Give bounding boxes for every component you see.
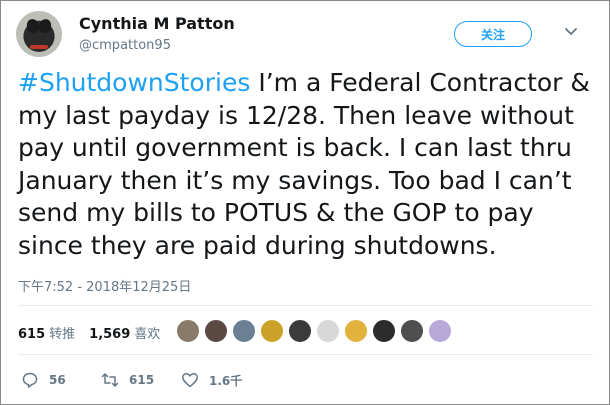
retweet-button[interactable]: 615	[101, 371, 181, 389]
chevron-down-icon[interactable]	[564, 25, 578, 39]
liker-avatar[interactable]	[316, 319, 340, 343]
liker-avatars	[176, 319, 452, 343]
tweet-card: Cynthia M Patton @cmpatton95 关注 #Shutdow…	[0, 0, 610, 405]
author-name[interactable]: Cynthia M Patton	[79, 14, 235, 33]
reply-icon	[22, 372, 38, 388]
like-button[interactable]: 1.6千	[181, 371, 261, 389]
retweet-stat-label: 转推	[49, 327, 76, 342]
like-stat-count: 1,569	[89, 327, 131, 342]
avatar-collar	[30, 45, 48, 49]
divider	[18, 354, 593, 355]
tweet-timestamp[interactable]: 下午7:52 - 2018年12月25日	[18, 276, 191, 295]
divider	[18, 305, 593, 306]
avatar-ear-right	[36, 17, 54, 35]
reply-button[interactable]: 56	[21, 371, 101, 389]
avatar[interactable]	[16, 11, 62, 57]
tweet-stats: 615 转推 1,569 喜欢	[18, 323, 160, 342]
retweet-stat[interactable]: 615 转推	[18, 323, 75, 342]
liker-avatar[interactable]	[260, 319, 284, 343]
heart-icon	[182, 373, 198, 388]
liker-avatar[interactable]	[204, 319, 228, 343]
liker-avatar[interactable]	[232, 319, 256, 343]
author-handle[interactable]: @cmpatton95	[79, 38, 171, 53]
reply-count: 56	[49, 373, 66, 387]
liker-avatar[interactable]	[400, 319, 424, 343]
hashtag-link[interactable]: #ShutdownStories	[18, 68, 250, 97]
liker-avatar[interactable]	[288, 319, 312, 343]
like-count: 1.6千	[209, 373, 243, 388]
tweet-text: #ShutdownStories I’m a Federal Contracto…	[18, 67, 593, 262]
like-stat-label: 喜欢	[134, 327, 161, 342]
like-stat[interactable]: 1,569 喜欢	[89, 323, 160, 342]
liker-avatar[interactable]	[372, 319, 396, 343]
retweet-count: 615	[129, 373, 155, 387]
retweet-stat-count: 615	[18, 327, 46, 342]
liker-avatar[interactable]	[428, 319, 452, 343]
retweet-icon	[101, 373, 119, 387]
liker-avatar[interactable]	[344, 319, 368, 343]
follow-button[interactable]: 关注	[454, 21, 532, 47]
tweet-actions: 56 615 1.6千	[21, 371, 261, 389]
liker-avatar[interactable]	[176, 319, 200, 343]
